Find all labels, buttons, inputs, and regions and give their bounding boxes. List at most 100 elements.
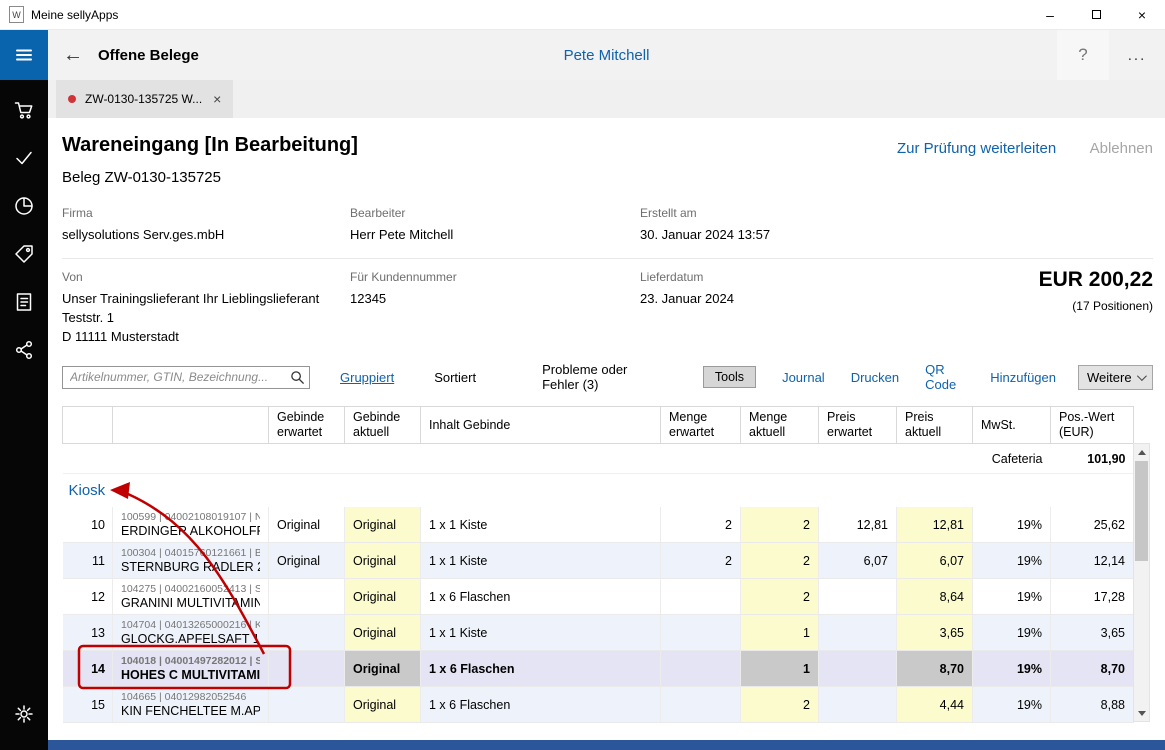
cell-preis-erwartet: 6,07 xyxy=(819,543,897,579)
minimize-button[interactable]: – xyxy=(1027,0,1073,29)
cell-gebinde-erwartet xyxy=(269,687,345,723)
cell-preis-aktuell[interactable]: 8,70 xyxy=(897,651,973,687)
app-icon: W xyxy=(9,6,24,23)
hamburger-menu-button[interactable] xyxy=(0,30,48,80)
forward-for-review-link[interactable]: Zur Prüfung weiterleiten xyxy=(897,140,1056,157)
group-label[interactable]: Kiosk xyxy=(69,482,106,499)
sorted-link[interactable]: Sortiert xyxy=(434,370,476,385)
search-icon[interactable] xyxy=(290,370,305,388)
header-mwst[interactable]: MwSt. xyxy=(973,407,1051,444)
table-row[interactable]: 15 104665 | 04012982052546 KIN FENCHELTE… xyxy=(63,687,1134,723)
cell-gebinde-aktuell[interactable]: Original xyxy=(345,579,421,615)
firma-label: Firma xyxy=(62,206,350,220)
cell-menge-aktuell[interactable]: 2 xyxy=(741,687,819,723)
cell-gebinde-erwartet: Original xyxy=(269,507,345,543)
journal-link[interactable]: Journal xyxy=(782,370,825,385)
cell-inhalt: 1 x 1 Kiste xyxy=(421,615,661,651)
cell-wert: 8,70 xyxy=(1051,651,1134,687)
sidebar-item-settings[interactable] xyxy=(0,690,48,738)
tab-label: ZW-0130-135725 W... xyxy=(85,92,202,106)
cell-gebinde-aktuell[interactable]: Original xyxy=(345,687,421,723)
sidebar-item-cart[interactable] xyxy=(0,86,48,134)
lieferdatum-label: Lieferdatum xyxy=(640,270,940,284)
tools-button[interactable]: Tools xyxy=(703,366,756,388)
cell-preis-aktuell[interactable]: 12,81 xyxy=(897,507,973,543)
cell-inhalt: 1 x 1 Kiste xyxy=(421,543,661,579)
cell-mwst: 19% xyxy=(973,615,1051,651)
table-row[interactable]: 11 100304 | 04015760121661 | Bier... STE… xyxy=(63,543,1134,579)
bottom-bar xyxy=(48,740,1165,750)
problems-link[interactable]: Probleme oder Fehler (3) xyxy=(542,362,647,392)
help-button[interactable]: ? xyxy=(1057,30,1109,80)
header-preis-erwartet[interactable]: Preis erwartet xyxy=(819,407,897,444)
sidebar-item-journal[interactable] xyxy=(0,278,48,326)
cell-gebinde-aktuell[interactable]: Original xyxy=(345,507,421,543)
header-preis-aktuell[interactable]: Preis aktuell xyxy=(897,407,973,444)
cell-menge-aktuell[interactable]: 1 xyxy=(741,615,819,651)
header-gebinde-erwartet[interactable]: Gebinde erwartet xyxy=(269,407,345,444)
cell-preis-aktuell[interactable]: 3,65 xyxy=(897,615,973,651)
table-row[interactable]: 12 104275 | 04002160052413 | Säft... GRA… xyxy=(63,579,1134,615)
more-actions-button[interactable]: Weitere xyxy=(1078,365,1153,390)
sidebar-item-tasks[interactable] xyxy=(0,134,48,182)
scrollbar-thumb[interactable] xyxy=(1135,461,1148,561)
scroll-down-button[interactable] xyxy=(1134,705,1149,721)
row-pos: 13 xyxy=(63,615,113,651)
header-menge-erwartet[interactable]: Menge erwartet xyxy=(661,407,741,444)
header-article xyxy=(113,407,269,444)
grouped-link[interactable]: Gruppiert xyxy=(340,370,394,385)
cell-gebinde-aktuell[interactable]: Original xyxy=(345,651,421,687)
back-button[interactable]: ← xyxy=(48,30,98,80)
cell-wert: 12,14 xyxy=(1051,543,1134,579)
chevron-down-icon xyxy=(1137,371,1147,381)
article-name: STERNBURG RADLER 20X... xyxy=(121,560,260,574)
more-options-button[interactable]: ... xyxy=(1109,30,1165,80)
cell-menge-aktuell[interactable]: 2 xyxy=(741,579,819,615)
table-scrollbar[interactable] xyxy=(1133,443,1150,722)
tab-close-icon[interactable]: × xyxy=(213,91,221,107)
cell-gebinde-aktuell[interactable]: Original xyxy=(345,543,421,579)
cell-mwst: 19% xyxy=(973,579,1051,615)
print-link[interactable]: Drucken xyxy=(851,370,899,385)
search-input[interactable] xyxy=(62,366,310,389)
header-pos-wert[interactable]: Pos.-Wert (EUR) xyxy=(1051,407,1134,444)
scroll-up-button[interactable] xyxy=(1134,444,1149,460)
group-summary-row: Cafeteria 101,90 xyxy=(63,444,1134,474)
header-gebinde-aktuell[interactable]: Gebinde aktuell xyxy=(345,407,421,444)
bearbeiter-value: Herr Pete Mitchell xyxy=(350,226,640,245)
document-info-grid: Firma sellysolutions Serv.ges.mbH Bearbe… xyxy=(62,206,1153,346)
cell-menge-erwartet xyxy=(661,687,741,723)
cell-menge-aktuell[interactable]: 2 xyxy=(741,507,819,543)
table-row-selected[interactable]: 14 104018 | 04001497282012 | Säft... HOH… xyxy=(63,651,1134,687)
share-nodes-icon xyxy=(13,339,35,361)
article-code: 104665 | 04012982052546 xyxy=(121,691,260,703)
row-article: 100304 | 04015760121661 | Bier... STERNB… xyxy=(113,543,269,579)
row-pos: 15 xyxy=(63,687,113,723)
cell-gebinde-erwartet xyxy=(269,651,345,687)
cell-preis-aktuell[interactable]: 6,07 xyxy=(897,543,973,579)
cell-preis-aktuell[interactable]: 8,64 xyxy=(897,579,973,615)
reject-link[interactable]: Ablehnen xyxy=(1090,140,1153,157)
cell-menge-erwartet xyxy=(661,579,741,615)
cell-menge-aktuell[interactable]: 2 xyxy=(741,543,819,579)
cell-preis-aktuell[interactable]: 4,44 xyxy=(897,687,973,723)
header-inhalt-gebinde[interactable]: Inhalt Gebinde xyxy=(421,407,661,444)
sidebar-item-prices[interactable] xyxy=(0,230,48,278)
table-row[interactable]: 10 100599 | 04002108019107 | Nich... ERD… xyxy=(63,507,1134,543)
shopping-cart-icon xyxy=(13,99,35,121)
cell-gebinde-aktuell[interactable]: Original xyxy=(345,615,421,651)
header-menge-aktuell[interactable]: Menge aktuell xyxy=(741,407,819,444)
sidebar-item-share[interactable] xyxy=(0,326,48,374)
maximize-button[interactable] xyxy=(1073,0,1119,29)
row-article: 104665 | 04012982052546 KIN FENCHELTEE M… xyxy=(113,687,269,723)
table-row[interactable]: 13 104704 | 04013265000216 | Kon... GLOC… xyxy=(63,615,1134,651)
document-tab[interactable]: ZW-0130-135725 W... × xyxy=(56,80,233,118)
sidebar-item-statistics[interactable] xyxy=(0,182,48,230)
current-user-link[interactable]: Pete Mitchell xyxy=(564,47,650,64)
article-name: KIN FENCHELTEE M.APF... xyxy=(121,704,260,718)
position-count: (17 Positionen) xyxy=(940,299,1153,313)
cell-menge-aktuell[interactable]: 1 xyxy=(741,651,819,687)
close-button[interactable]: × xyxy=(1119,0,1165,29)
qr-code-link[interactable]: QR Code xyxy=(925,362,964,392)
add-link[interactable]: Hinzufügen xyxy=(990,370,1056,385)
